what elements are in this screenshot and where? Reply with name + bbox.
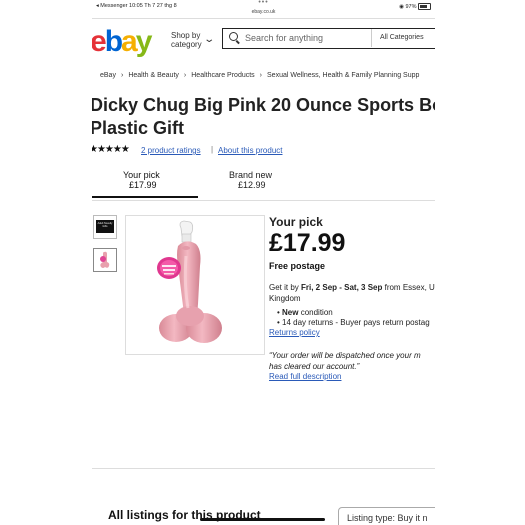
breadcrumb-item[interactable]: Healthcare Products <box>191 72 254 79</box>
quote-line1: “Your order will be dispatched once your… <box>269 351 421 360</box>
quote-line2: has cleared our account.” <box>269 362 360 371</box>
thumbnail-product[interactable] <box>93 248 117 272</box>
product-ratings-link[interactable]: 2 product ratings <box>141 146 201 155</box>
tab-your-pick-price: £17.99 <box>129 180 157 190</box>
price: £17.99 <box>269 229 346 257</box>
logo-letter: a <box>121 25 138 58</box>
title-line2: Plastic Gift <box>92 118 185 138</box>
page-content: ebay Shop by category ⌄ Search for anyth… <box>92 19 435 525</box>
logo-letter: b <box>104 25 123 58</box>
shop-by-line2: category <box>171 40 202 49</box>
breadcrumb-item[interactable]: Sexual Wellness, Health & Family Plannin… <box>267 72 419 79</box>
delivery-dates: Fri, 2 Sep - Sat, 3 Sep <box>301 283 383 292</box>
listing-type-select[interactable]: Listing type: Buy it n <box>338 507 435 525</box>
product-title: Dicky Chug Big Pink 20 Ounce Sports Bot … <box>92 94 435 140</box>
tab-brand-new-price: £12.99 <box>238 180 266 190</box>
seller-quote: “Your order will be dispatched once your… <box>269 350 435 372</box>
search-icon <box>229 32 238 41</box>
shop-by-category-button[interactable]: Shop by category <box>171 31 202 49</box>
address-bar[interactable]: ebay.co.uk <box>92 9 435 15</box>
breadcrumb-item[interactable]: eBay <box>100 72 116 79</box>
about-product-link[interactable]: About this product <box>218 146 282 155</box>
delivery-info: Get it by Fri, 2 Sep - Sat, 3 Sep from E… <box>269 282 435 304</box>
breadcrumb-item[interactable]: Health & Beauty <box>128 72 179 79</box>
tab-your-pick[interactable]: Your pick <box>123 170 160 180</box>
category-select[interactable]: All Categories <box>371 29 435 47</box>
thumbnail-text: Adult Novelty Gifts <box>97 222 113 228</box>
link-divider: | <box>211 145 214 154</box>
ebay-logo[interactable]: ebay <box>92 25 153 58</box>
tabs-divider <box>92 200 435 201</box>
search-input[interactable]: Search for anything <box>245 33 323 43</box>
active-tab-indicator <box>92 196 198 198</box>
search-bar[interactable]: Search for anything All Categories <box>222 28 435 49</box>
wifi-icon: ◉ <box>399 3 404 10</box>
tab-brand-new[interactable]: Brand new <box>229 170 272 180</box>
delivery-line2: Kingdom <box>269 294 301 303</box>
battery-percent: 97% <box>405 3 417 10</box>
status-bar: ••• ◂ Messenger 10:05 Th 7 27 thg 8 ebay… <box>92 0 435 15</box>
returns-text: 14 day returns - Buyer pays return posta… <box>282 318 430 327</box>
status-right: ◉ 97% <box>399 3 431 10</box>
breadcrumb-separator: › <box>183 72 187 79</box>
postage-label: Free postage <box>269 261 326 271</box>
section-divider <box>92 468 435 469</box>
condition-value: New <box>282 308 299 317</box>
breadcrumb: eBay › Health & Beauty › Healthcare Products… <box>100 72 419 79</box>
returns-bullet: • 14 day returns - Buyer pays return pos… <box>277 318 430 327</box>
product-thumb-image <box>100 251 110 268</box>
chevron-down-icon[interactable]: ⌄ <box>203 34 215 45</box>
returns-policy-link[interactable]: Returns policy <box>269 328 320 337</box>
delivery-prefix: Get it by <box>269 283 302 292</box>
product-bottle-image <box>157 220 222 343</box>
breadcrumb-separator: › <box>120 72 124 79</box>
shop-by-line1: Shop by <box>171 31 201 40</box>
read-full-description-link[interactable]: Read full description <box>269 372 341 381</box>
thumbnail-packaging[interactable]: Adult Novelty Gifts <box>93 215 117 239</box>
logo-letter: e <box>92 25 107 58</box>
condition-bullet: • New condition <box>277 308 333 317</box>
offer-heading: Your pick <box>269 215 323 229</box>
logo-letter: y <box>135 25 153 58</box>
main-product-image[interactable] <box>125 215 265 355</box>
condition-text: condition <box>298 308 333 317</box>
breadcrumb-separator: › <box>259 72 263 79</box>
delivery-suffix: from Essex, U <box>382 283 435 292</box>
title-line1: Dicky Chug Big Pink 20 Ounce Sports Bot <box>92 95 435 115</box>
battery-icon <box>418 3 431 10</box>
home-indicator <box>200 518 325 521</box>
star-rating-icon: ★★★★★ <box>92 144 130 155</box>
